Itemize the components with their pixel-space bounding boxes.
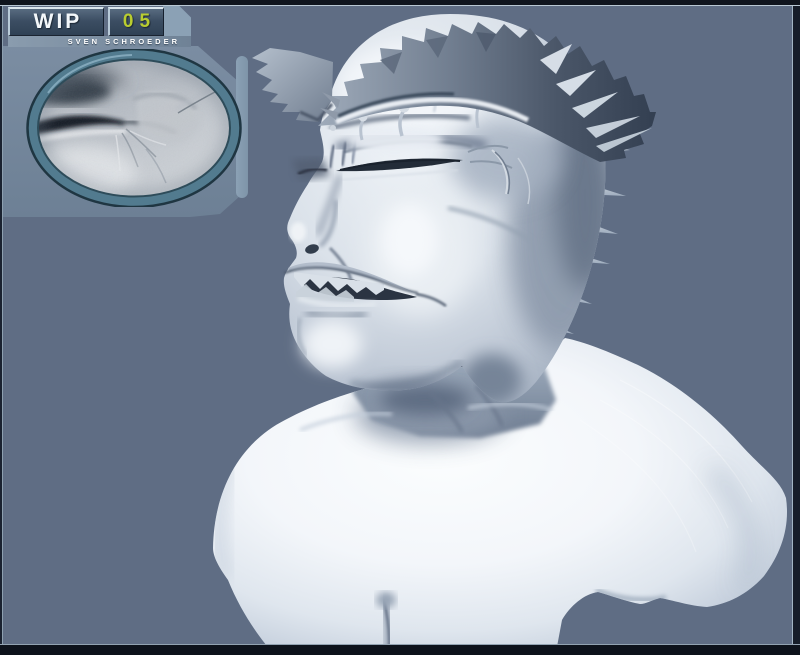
wip-label: WIP xyxy=(31,10,83,34)
artwork-canvas: WIP 05 SVEN SCHROEDER xyxy=(0,0,800,655)
frame-top-highlight xyxy=(0,5,800,6)
frame-bottom-highlight xyxy=(0,644,800,645)
frame-bottom xyxy=(0,645,800,655)
wip-label-box: WIP xyxy=(8,7,104,36)
frame-right-highlight xyxy=(792,6,793,644)
frame-left-highlight xyxy=(2,6,3,644)
frame-right xyxy=(793,0,800,655)
artist-name: SVEN SCHROEDER xyxy=(68,37,180,46)
eye-detail-closeup xyxy=(26,49,242,207)
version-number-box: 05 xyxy=(108,7,164,36)
eye-detail-inset xyxy=(26,49,242,207)
brow-spike-wing xyxy=(252,48,340,122)
artist-strip: SVEN SCHROEDER xyxy=(8,36,191,47)
version-number: 05 xyxy=(117,11,156,33)
